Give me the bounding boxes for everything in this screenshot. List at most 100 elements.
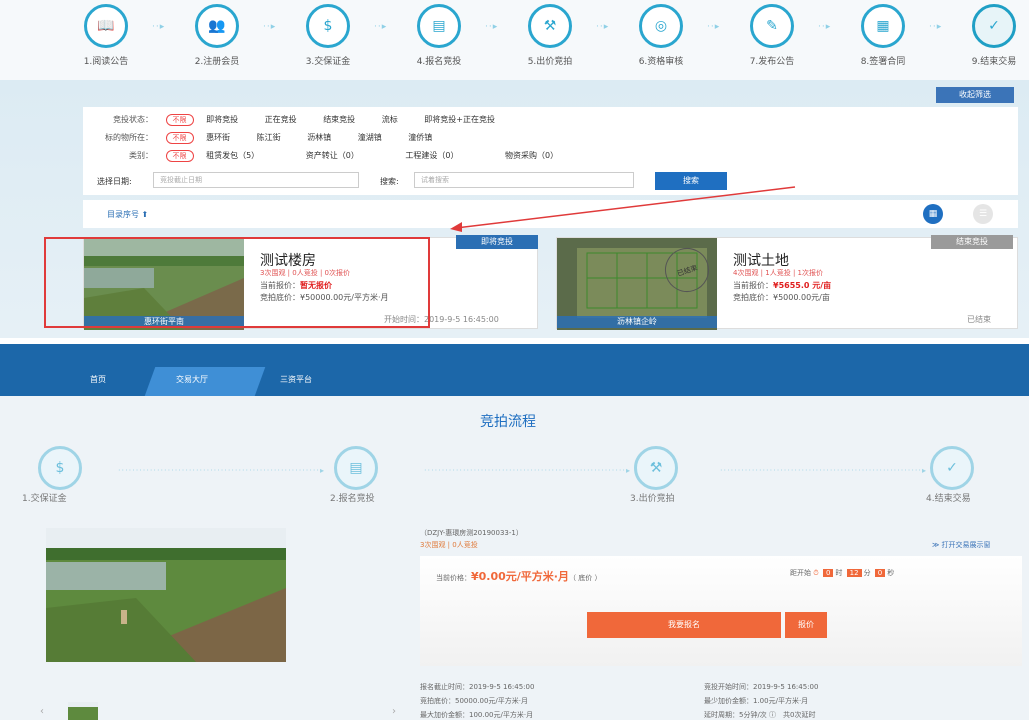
process-step-label: 6.资格审核 [638,57,684,67]
filter-type-option[interactable]: 租赁发包（5） [206,150,259,161]
process-step-label: 4.报名竞投 [416,57,462,67]
flow-connector: ········································… [424,466,631,475]
process-step: ✓ 9.结束交易 [954,4,1029,67]
listing-location-caption: 沥林镇企岭 [557,316,717,328]
filter-type-option[interactable]: 工程建设（0） [405,150,458,161]
flow-step-label: 4.结束交易 [926,494,971,504]
gavel-icon: ⚒ [634,446,678,490]
nav-home[interactable]: 首页 [90,374,106,385]
base-price: 竞拍底价：50000.00元/平方米·月 [420,697,528,705]
filter-status-option[interactable]: 流标 [382,114,398,125]
filter-status-option[interactable]: 结束竞投 [323,114,355,125]
status-badge: 即将竞投 [456,235,538,249]
annotation-arrow [450,186,796,232]
list-view-icon[interactable]: ☰ [973,204,993,224]
gavel-icon: ⚒ [528,4,572,48]
filter-type-option[interactable]: 资产转让（0） [306,150,359,161]
flow-step-label: 2.报名竞投 [330,494,375,504]
process-step: ⚒ 5.出价竞拍 [510,4,590,67]
process-steps: 📖 1.阅读公告 ··▸ 👥 2.注册会员 ··▸ $3.交保证金 ··▸ ▤ 4.报名竞投 ··▸… [0,0,1029,80]
check-icon: ✓ [930,446,974,490]
current-price-label: 当前价格： [436,574,471,582]
base-price: 竞拍底价：¥5000.00元/亩 [733,293,830,302]
filter-status-option[interactable]: 即将竞投+正在竞投 [424,114,495,125]
filter-type-label: 类别： [129,151,153,160]
listing-stats: 4次围观 | 1人竞投 | 1次报价 [733,269,823,277]
filter-type-row: 类别： 不限 租赁发包（5） 资产转让（0） 工程建设（0） 物资采购（0） [83,150,582,162]
thumbnail[interactable] [68,702,98,720]
min-increment: 最少加价金额：1.00元/平方米·月 [704,697,809,705]
detail-stats: 3次围观 | 0人竞投 [420,541,478,549]
nav-trading-hall[interactable]: 交易大厅 [176,374,208,385]
filter-status-row: 竞投状态： 不限 即将竞投 正在竞投 结束竞投 流标 即将竞投+正在竞投 [83,114,519,126]
listing-card[interactable]: 沥林镇企岭 已结束 结束竞投 测试土地 4次围观 | 1人竞投 | 1次报价 当… [556,235,1018,330]
search-label: 搜索: [380,177,399,186]
filter-location-option[interactable]: 潼侨镇 [408,132,432,143]
process-step: ✎ 7.发布公告 [732,4,812,67]
process-step: 📖 1.阅读公告 [66,4,146,67]
date-input[interactable]: 竞投截止日期 [153,172,359,188]
register-bid-button[interactable]: 我要报名 [587,612,781,638]
edit-icon: ✎ [750,4,794,48]
filter-location-option[interactable]: 潼湖镇 [358,132,382,143]
filter-status-label: 竞投状态： [113,115,153,124]
money-bag-icon: $ [38,446,82,490]
listing-photo-large [46,528,286,662]
filter-status-option[interactable]: 即将竞投 [206,114,238,125]
filter-status-all[interactable]: 不限 [165,114,194,126]
book-icon: 📖 [84,4,128,48]
nav-platform[interactable]: 三资平台 [280,374,312,385]
filter-location-option[interactable]: 沥林镇 [307,132,331,143]
process-step-label: 8.签署合同 [860,57,906,67]
form-icon: ▤ [417,4,461,48]
step-arrow-icon: ··▸ [929,22,943,32]
clock-icon: ⏱ [813,569,819,577]
countdown-seconds: 0 [874,569,886,577]
next-arrow-icon[interactable]: › [392,706,396,717]
process-step: 👥 2.注册会员 [177,4,257,67]
form-icon: ▤ [334,446,378,490]
flow-title: 竞拍流程 [480,414,536,430]
process-step-label: 1.阅读公告 [83,57,129,67]
sort-by-index[interactable]: 目录序号 ⬆ [107,209,148,220]
filter-location-all[interactable]: 不限 [165,132,194,144]
contract-icon: ▦ [861,4,905,48]
filter-type-all[interactable]: 不限 [165,150,194,162]
collapse-filter-button[interactable]: 收起筛选 [936,87,1014,103]
process-step-label: 7.发布公告 [749,57,795,67]
flow-connector: ········································… [118,466,325,475]
process-step-label: 5.出价竞拍 [527,57,573,67]
status-badge: 结束竞投 [931,235,1013,249]
price-label: 当前报价： [733,281,773,290]
grid-view-icon[interactable]: ▦ [923,204,943,224]
step-arrow-icon: ··▸ [485,22,499,32]
open-display-link[interactable]: ≫ 打开交易展示窗 [932,540,991,550]
process-step: ▤ 4.报名竞投 [399,4,479,67]
step-arrow-icon: ··▸ [152,22,166,32]
step-arrow-icon: ··▸ [596,22,610,32]
countdown-minutes: 12 [846,569,862,577]
filter-status-option[interactable]: 正在竞投 [265,114,297,125]
process-step-label: 2.注册会员 [194,57,240,67]
listing-title[interactable]: 测试土地 [733,250,789,270]
filter-type-option[interactable]: 物资采购（0） [505,150,558,161]
process-step: ▦ 8.签署合同 [843,4,923,67]
process-step: ◎ 6.资格审核 [621,4,701,67]
filter-location-option[interactable]: 陈江街 [257,132,281,143]
money-bag-icon: $ [306,4,350,48]
register-deadline: 报名截止时间：2019-9-5 16:45:00 [420,683,535,691]
current-price-value: ¥0.00元/平方米·月 [471,570,569,583]
process-step: $3.交保证金 [288,4,368,67]
unit-hours: 时 [835,569,843,577]
max-increment: 最大加价金额：100.00元/平方米·月 [420,711,534,719]
current-price-note: （ 底价 ） [569,574,602,582]
date-label: 选择日期: [97,177,132,186]
prev-arrow-icon[interactable]: ‹ [40,706,44,717]
flow-step-label: 1.交保证金 [22,494,67,504]
filter-location-option[interactable]: 惠环街 [206,132,230,143]
bid-start-time: 竞投开始时间：2019-9-5 16:45:00 [704,683,819,691]
ended-label: 已结束 [967,315,991,324]
filter-location-label: 标的物所在： [105,133,153,142]
quote-button[interactable]: 报价 [785,612,827,638]
listing-code: （DZJY-惠環房测20190033-1） [420,529,523,537]
